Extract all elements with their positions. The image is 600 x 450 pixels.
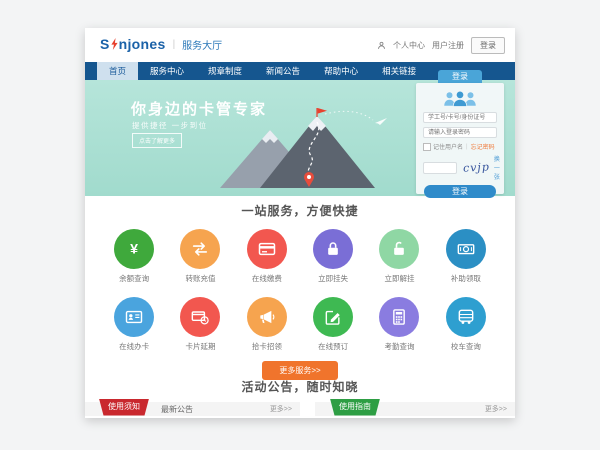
nav-item-2[interactable]: 规章制度 xyxy=(196,62,254,80)
top-header: S njones | 服务大厅 个人中心 用户注册 登录 xyxy=(85,28,515,62)
login-form: 记住用户名 | 忘记密码 cvjp 换一张 登录 xyxy=(416,83,504,194)
service-item[interactable]: 立即挂失 xyxy=(300,229,366,284)
site-page: S njones | 服务大厅 个人中心 用户注册 登录 首页服务中心规章制度新… xyxy=(85,28,515,418)
nav-item-3[interactable]: 新闻公告 xyxy=(254,62,312,80)
hero-cta-button[interactable]: 点击了解更多 xyxy=(132,133,182,148)
nav-item-0[interactable]: 首页 xyxy=(97,62,138,80)
service-label: 立即解挂 xyxy=(366,273,432,284)
services-grid: 余额查询转账充值在线缴费立即挂失立即解挂补助领取在线办卡卡片延期拾卡招领在线预订… xyxy=(85,229,515,352)
right-more-link[interactable]: 更多>> xyxy=(485,404,507,414)
tab-usage-guide[interactable]: 使用指南 xyxy=(330,399,380,416)
id-card-icon xyxy=(114,297,154,337)
nav-item-4[interactable]: 帮助中心 xyxy=(312,62,370,80)
service-label: 在线缴费 xyxy=(234,273,300,284)
site-name: 服务大厅 xyxy=(182,37,222,52)
edit-icon xyxy=(313,297,353,337)
services-section: 一站服务，方便快捷 余额查询转账充值在线缴费立即挂失立即解挂补助领取在线办卡卡片… xyxy=(85,196,515,380)
service-label: 在线预订 xyxy=(300,341,366,352)
service-item[interactable]: 补助领取 xyxy=(433,229,499,284)
services-title: 一站服务，方便快捷 xyxy=(85,196,515,219)
login-submit-button[interactable]: 登录 xyxy=(424,185,496,198)
service-item[interactable]: 在线办卡 xyxy=(101,297,167,352)
captcha-row: cvjp 换一张 xyxy=(423,154,497,181)
remember-checkbox[interactable] xyxy=(423,143,431,151)
right-tab-bar: 使用指南 更多>> xyxy=(315,402,515,416)
service-item[interactable]: 余额查询 xyxy=(101,229,167,284)
service-item[interactable]: 立即解挂 xyxy=(366,229,432,284)
unlock-icon xyxy=(379,229,419,269)
login-panel: 登录 记住用户名 | 忘记密码 cvjp xyxy=(416,70,504,194)
megaphone-icon xyxy=(247,297,287,337)
remember-label: 记住用户名 xyxy=(433,142,463,151)
service-label: 补助领取 xyxy=(433,273,499,284)
left-tab-bar: 使用须知 最新公告 更多>> xyxy=(85,402,300,416)
user-icon xyxy=(377,41,386,50)
service-item[interactable]: 拾卡招领 xyxy=(234,297,300,352)
account-input[interactable] xyxy=(423,112,497,123)
tab-latest-news[interactable]: 最新公告 xyxy=(161,404,193,415)
login-options-row: 记住用户名 | 忘记密码 xyxy=(423,142,497,151)
service-label: 卡片延期 xyxy=(167,341,233,352)
logo-text-suffix: njones xyxy=(119,36,166,52)
mountain-illustration xyxy=(205,108,405,188)
card-renew-icon xyxy=(180,297,220,337)
announcements-title: 活动公告，随时知晓 xyxy=(85,372,515,395)
login-tab[interactable]: 登录 xyxy=(438,70,482,83)
hero-subtitle: 提供捷径 一步到位 xyxy=(132,120,208,131)
captcha-input[interactable] xyxy=(423,162,457,174)
calculator-icon xyxy=(379,297,419,337)
lightning-bolt-icon xyxy=(111,38,118,50)
service-item[interactable]: 考勤查询 xyxy=(366,297,432,352)
lock-icon xyxy=(313,229,353,269)
service-label: 校车查询 xyxy=(433,341,499,352)
announcements-section: 活动公告，随时知晓 使用须知 最新公告 更多>> 使用指南 更多>> xyxy=(85,372,515,416)
service-item[interactable]: 转账充值 xyxy=(167,229,233,284)
user-register-link[interactable]: 用户注册 xyxy=(432,40,464,51)
service-label: 在线办卡 xyxy=(101,341,167,352)
service-label: 考勤查询 xyxy=(366,341,432,352)
service-item[interactable]: 在线缴费 xyxy=(234,229,300,284)
password-input[interactable] xyxy=(423,127,497,138)
captcha-refresh-link[interactable]: 换一张 xyxy=(494,154,500,181)
nav-item-1[interactable]: 服务中心 xyxy=(138,62,196,80)
logo-text-prefix: S xyxy=(100,36,110,52)
logo[interactable]: S njones | 服务大厅 xyxy=(100,36,222,52)
options-separator: | xyxy=(466,144,468,150)
captcha-image[interactable]: cvjp xyxy=(463,160,490,174)
service-label: 拾卡招领 xyxy=(234,341,300,352)
header-actions: 个人中心 用户注册 登录 xyxy=(377,37,505,54)
users-group-icon xyxy=(442,90,478,108)
service-item[interactable]: 卡片延期 xyxy=(167,297,233,352)
personal-center-link[interactable]: 个人中心 xyxy=(393,40,425,51)
left-more-link[interactable]: 更多>> xyxy=(270,404,292,414)
tab-usage-notice[interactable]: 使用须知 xyxy=(99,399,149,416)
service-item[interactable]: 校车查询 xyxy=(433,297,499,352)
yen-icon xyxy=(114,229,154,269)
announcement-tabs-row: 使用须知 最新公告 更多>> 使用指南 更多>> xyxy=(85,402,515,416)
service-label: 立即挂失 xyxy=(300,273,366,284)
banknote-icon xyxy=(446,229,486,269)
header-login-button[interactable]: 登录 xyxy=(471,37,505,54)
bus-icon xyxy=(446,297,486,337)
service-item[interactable]: 在线预订 xyxy=(300,297,366,352)
service-label: 余额查询 xyxy=(101,273,167,284)
service-label: 转账充值 xyxy=(167,273,233,284)
transfer-icon xyxy=(180,229,220,269)
bank-card-icon xyxy=(247,229,287,269)
logo-divider: | xyxy=(173,39,176,50)
forgot-password-link[interactable]: 忘记密码 xyxy=(471,142,495,151)
